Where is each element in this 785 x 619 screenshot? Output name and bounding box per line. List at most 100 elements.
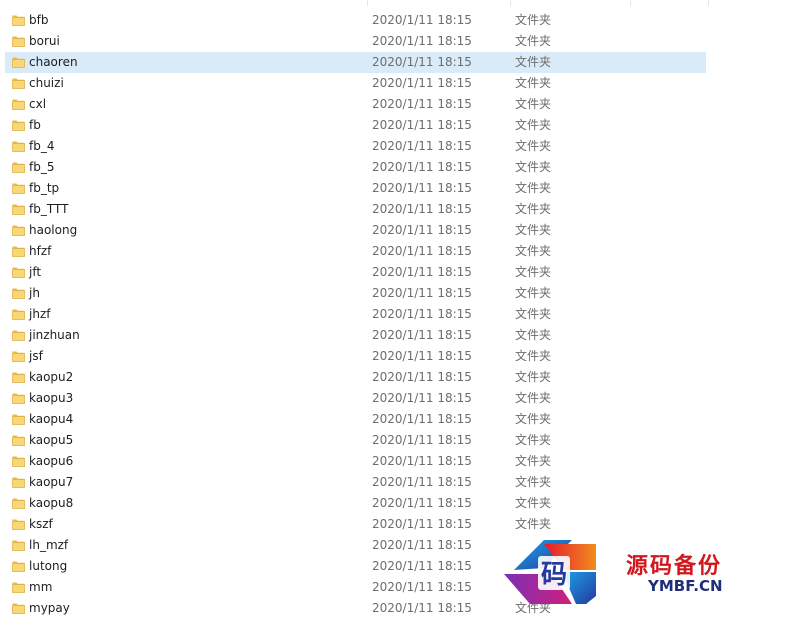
file-row[interactable]: fb_4 2020/1/11 18:15 文件夹: [5, 136, 706, 157]
file-name[interactable]: fb: [29, 117, 41, 134]
file-modified-date: 2020/1/11 18:15: [372, 517, 472, 531]
file-name[interactable]: chuizi: [29, 75, 64, 92]
file-row[interactable]: fb_5 2020/1/11 18:15 文件夹: [5, 157, 706, 178]
file-row[interactable]: jft 2020/1/11 18:15 文件夹: [5, 262, 706, 283]
file-row[interactable]: borui 2020/1/11 18:15 文件夹: [5, 31, 706, 52]
file-modified-date: 2020/1/11 18:15: [372, 307, 472, 321]
file-name[interactable]: cxl: [29, 96, 46, 113]
file-row[interactable]: jh 2020/1/11 18:15 文件夹: [5, 283, 706, 304]
file-row[interactable]: chaoren 2020/1/11 18:15 文件夹: [5, 52, 706, 73]
file-row[interactable]: fb 2020/1/11 18:15 文件夹: [5, 115, 706, 136]
file-name[interactable]: kaopu8: [29, 495, 73, 512]
folder-icon: [12, 540, 25, 551]
file-modified-date: 2020/1/11 18:15: [372, 160, 472, 174]
file-type: 文件夹: [515, 139, 552, 153]
file-name[interactable]: mypay: [29, 600, 70, 617]
file-type: 文件夹: [515, 181, 552, 195]
folder-icon: [12, 414, 25, 425]
folder-icon: [12, 435, 25, 446]
file-row[interactable]: kaopu4 2020/1/11 18:15 文件夹: [5, 409, 706, 430]
file-name[interactable]: mm: [29, 579, 52, 596]
file-name[interactable]: bfb: [29, 12, 48, 29]
file-type: 文件夹: [515, 370, 552, 384]
file-type: 文件夹: [515, 307, 552, 321]
file-name[interactable]: jsf: [29, 348, 43, 365]
file-row[interactable]: fb_TTT 2020/1/11 18:15 文件夹: [5, 199, 706, 220]
file-type: 文件夹: [515, 13, 552, 27]
file-name[interactable]: fb_5: [29, 159, 54, 176]
file-modified-date: 2020/1/11 18:15: [372, 370, 472, 384]
folder-icon: [12, 78, 25, 89]
file-row[interactable]: kaopu6 2020/1/11 18:15 文件夹: [5, 451, 706, 472]
file-name[interactable]: hfzf: [29, 243, 51, 260]
file-row[interactable]: hfzf 2020/1/11 18:15 文件夹: [5, 241, 706, 262]
file-name[interactable]: jinzhuan: [29, 327, 80, 344]
file-type: 文件夹: [515, 412, 552, 426]
file-type: 文件夹: [515, 433, 552, 447]
file-name[interactable]: fb_4: [29, 138, 54, 155]
file-row[interactable]: bfb 2020/1/11 18:15 文件夹: [5, 10, 706, 31]
file-modified-date: 2020/1/11 18:15: [372, 412, 472, 426]
file-type: 文件夹: [515, 265, 552, 279]
file-row[interactable]: kaopu5 2020/1/11 18:15 文件夹: [5, 430, 706, 451]
file-row[interactable]: jhzf 2020/1/11 18:15 文件夹: [5, 304, 706, 325]
folder-icon: [12, 582, 25, 593]
file-type: 文件夹: [515, 454, 552, 468]
file-name[interactable]: lh_mzf: [29, 537, 68, 554]
file-name[interactable]: kaopu3: [29, 390, 73, 407]
watermark-subtitle: YMBF.CN: [648, 577, 723, 595]
file-row[interactable]: kaopu2 2020/1/11 18:15 文件夹: [5, 367, 706, 388]
file-row[interactable]: jinzhuan 2020/1/11 18:15 文件夹: [5, 325, 706, 346]
file-row[interactable]: kszf 2020/1/11 18:15 文件夹: [5, 514, 706, 535]
file-name[interactable]: kaopu6: [29, 453, 73, 470]
file-row[interactable]: kaopu8 2020/1/11 18:15 文件夹: [5, 493, 706, 514]
file-modified-date: 2020/1/11 18:15: [372, 55, 472, 69]
file-modified-date: 2020/1/11 18:15: [372, 601, 472, 615]
file-row[interactable]: chuizi 2020/1/11 18:15 文件夹: [5, 73, 706, 94]
folder-icon: [12, 351, 25, 362]
file-name[interactable]: jh: [29, 285, 40, 302]
folder-icon: [12, 372, 25, 383]
file-name[interactable]: jhzf: [29, 306, 50, 323]
file-name[interactable]: borui: [29, 33, 60, 50]
file-type: 文件夹: [515, 160, 552, 174]
file-name[interactable]: kaopu2: [29, 369, 73, 386]
file-modified-date: 2020/1/11 18:15: [372, 538, 472, 552]
file-name[interactable]: fb_tp: [29, 180, 59, 197]
folder-icon: [12, 120, 25, 131]
file-modified-date: 2020/1/11 18:15: [372, 580, 472, 594]
file-type: 文件夹: [515, 202, 552, 216]
file-name[interactable]: kaopu5: [29, 432, 73, 449]
folder-icon: [12, 561, 25, 572]
file-row[interactable]: kaopu7 2020/1/11 18:15 文件夹: [5, 472, 706, 493]
file-type: 文件夹: [515, 286, 552, 300]
folder-icon: [12, 330, 25, 341]
file-modified-date: 2020/1/11 18:15: [372, 286, 472, 300]
folder-icon: [12, 99, 25, 110]
file-row[interactable]: cxl 2020/1/11 18:15 文件夹: [5, 94, 706, 115]
file-modified-date: 2020/1/11 18:15: [372, 118, 472, 132]
file-modified-date: 2020/1/11 18:15: [372, 349, 472, 363]
file-name[interactable]: jft: [29, 264, 41, 281]
watermark-title: 源码备份: [626, 553, 723, 579]
file-modified-date: 2020/1/11 18:15: [372, 559, 472, 573]
file-name[interactable]: fb_TTT: [29, 201, 68, 218]
folder-icon: [12, 393, 25, 404]
file-type: 文件夹: [515, 97, 552, 111]
file-row[interactable]: jsf 2020/1/11 18:15 文件夹: [5, 346, 706, 367]
file-name[interactable]: haolong: [29, 222, 77, 239]
file-row[interactable]: kaopu3 2020/1/11 18:15 文件夹: [5, 388, 706, 409]
watermark-logo-char: 码: [541, 560, 567, 590]
file-modified-date: 2020/1/11 18:15: [372, 454, 472, 468]
file-name[interactable]: kaopu4: [29, 411, 73, 428]
file-row[interactable]: haolong 2020/1/11 18:15 文件夹: [5, 220, 706, 241]
file-modified-date: 2020/1/11 18:15: [372, 202, 472, 216]
file-name[interactable]: kszf: [29, 516, 53, 533]
file-modified-date: 2020/1/11 18:15: [372, 181, 472, 195]
folder-icon: [12, 183, 25, 194]
file-name[interactable]: chaoren: [29, 54, 78, 71]
file-name[interactable]: lutong: [29, 558, 67, 575]
file-row[interactable]: fb_tp 2020/1/11 18:15 文件夹: [5, 178, 706, 199]
file-name[interactable]: kaopu7: [29, 474, 73, 491]
column-divider: [510, 0, 511, 6]
